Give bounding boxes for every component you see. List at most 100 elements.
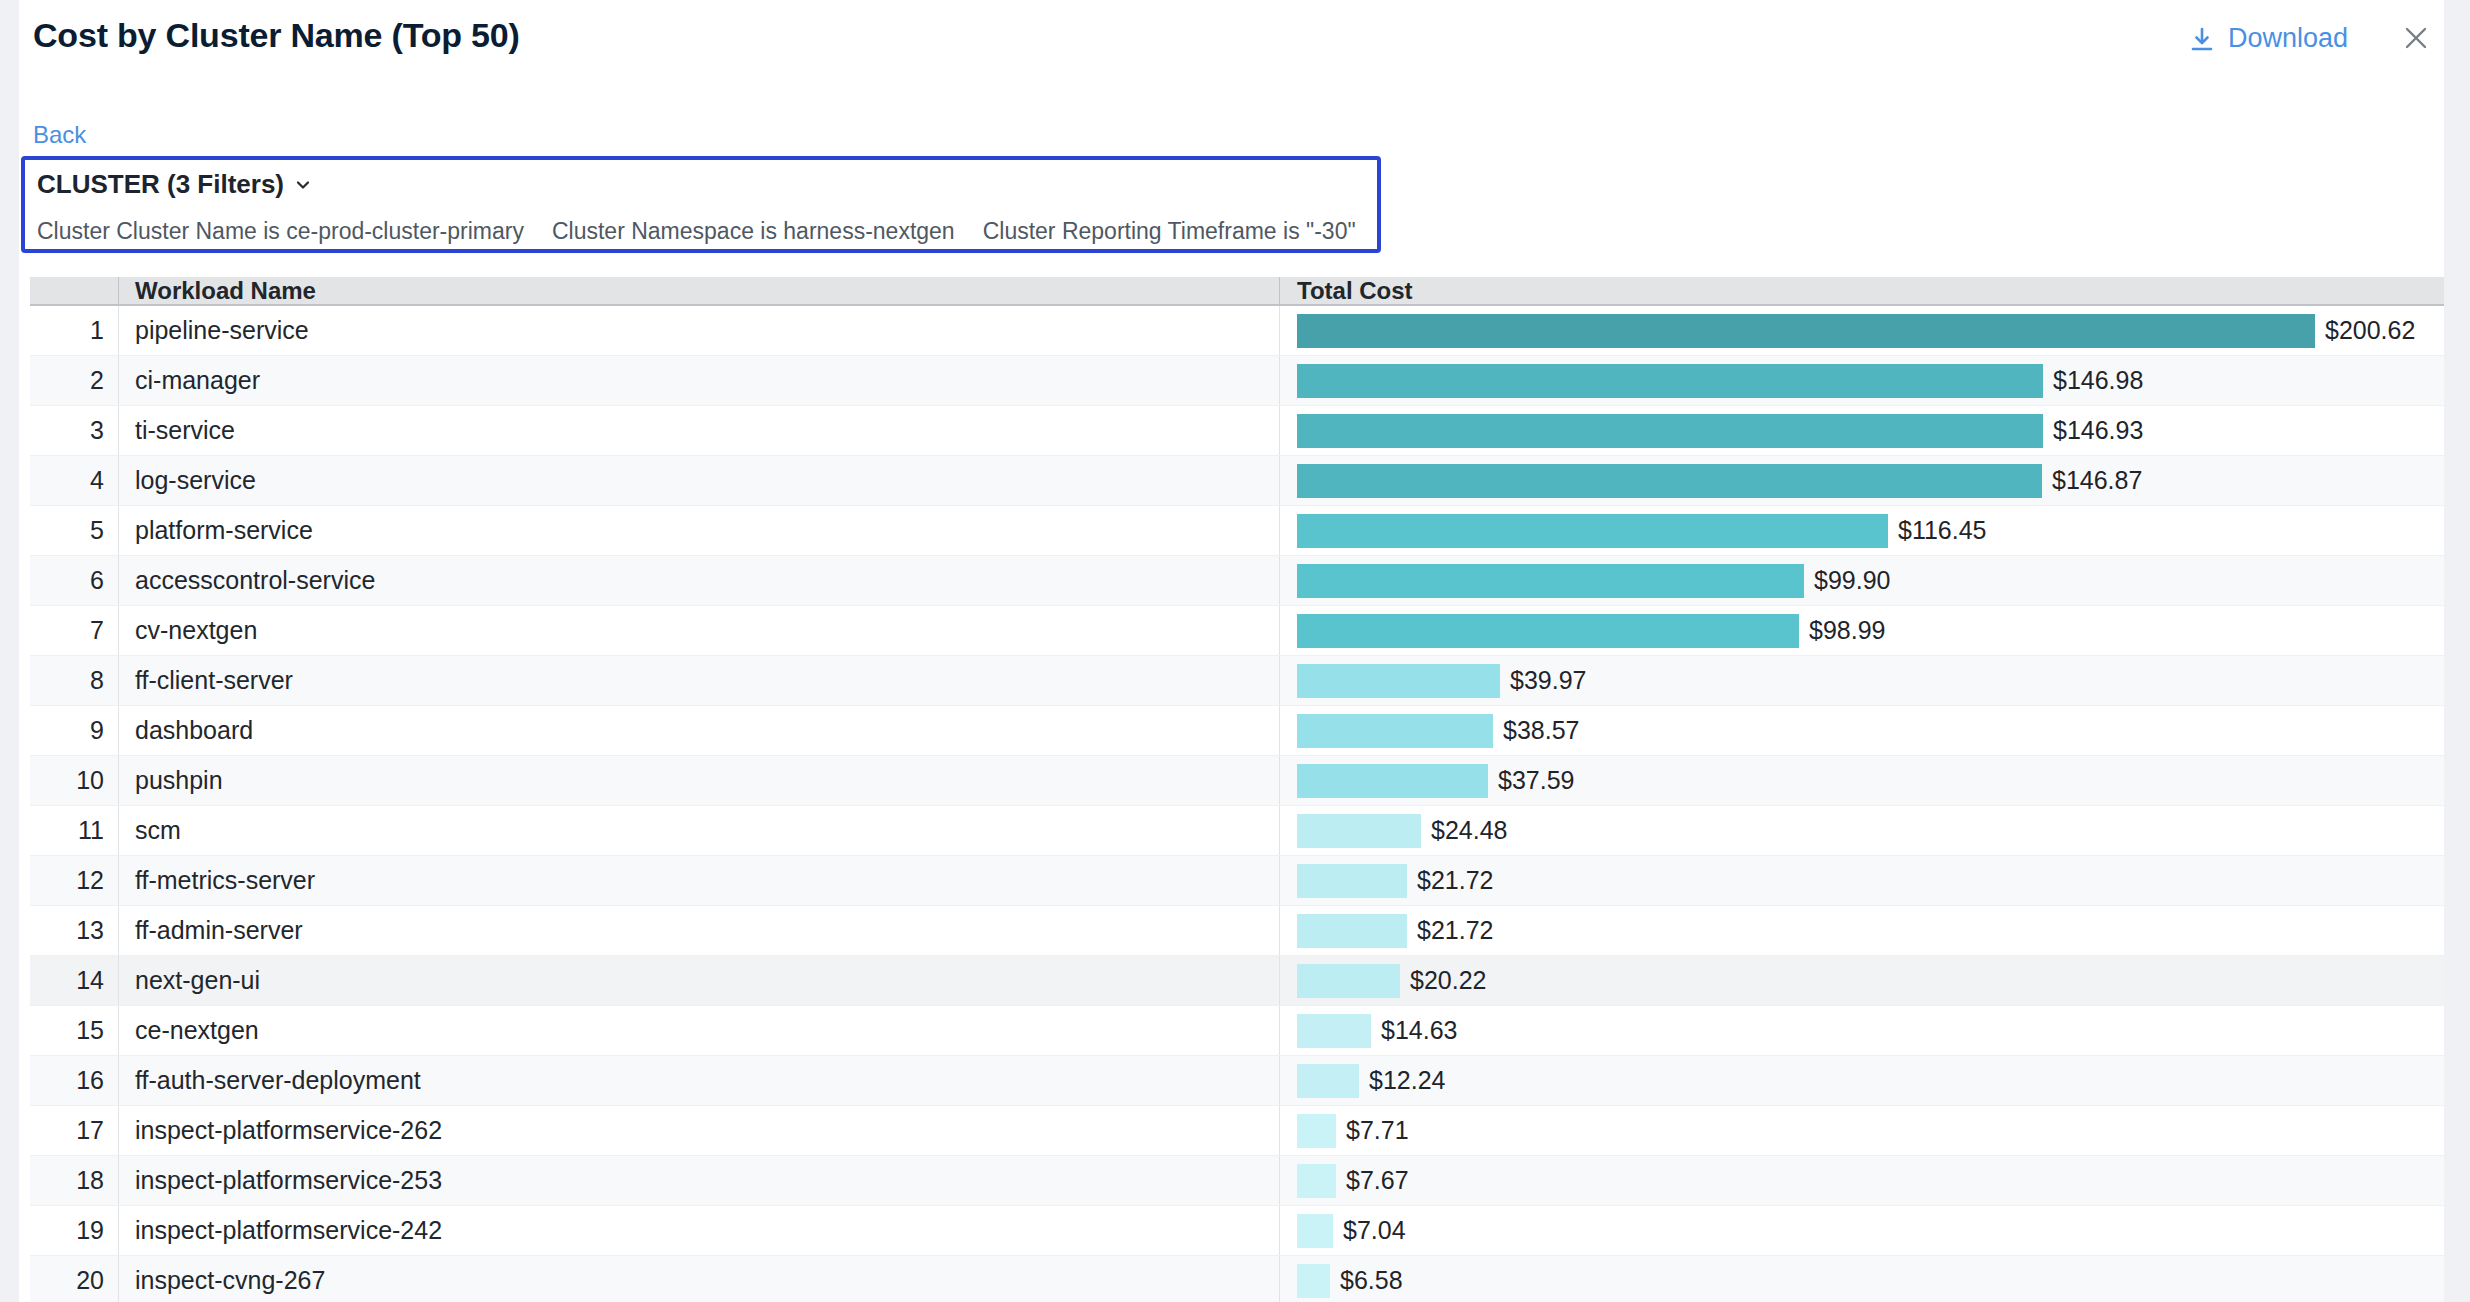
- workload-name-cell: inspect-platformservice-242: [118, 1206, 1279, 1255]
- row-index: 16: [30, 1056, 118, 1105]
- cost-bar: [1297, 714, 1493, 748]
- cost-value-label: $7.71: [1346, 1116, 1409, 1145]
- workload-name-cell: dashboard: [118, 706, 1279, 755]
- cost-value-label: $6.58: [1340, 1266, 1403, 1295]
- workload-name-cell: scm: [118, 806, 1279, 855]
- filter-item: Cluster Reporting Timeframe is "-30": [983, 218, 1356, 245]
- table-row[interactable]: 1pipeline-service$200.62: [30, 306, 2444, 356]
- workload-name-cell: cv-nextgen: [118, 606, 1279, 655]
- back-link[interactable]: Back: [33, 121, 86, 149]
- close-button[interactable]: [2404, 26, 2428, 50]
- cost-bar: [1297, 314, 2315, 348]
- cost-bar: [1297, 664, 1500, 698]
- cost-value-label: $12.24: [1369, 1066, 1445, 1095]
- table-row[interactable]: 7cv-nextgen$98.99: [30, 606, 2444, 656]
- cost-bar: [1297, 1014, 1371, 1048]
- cost-value-label: $146.87: [2052, 466, 2142, 495]
- table-row[interactable]: 20inspect-cvng-267 $6.58: [30, 1256, 2444, 1302]
- total-cost-cell: $99.90: [1279, 556, 2444, 605]
- cost-bar: [1297, 1164, 1336, 1198]
- cost-bar: [1297, 1264, 1330, 1298]
- filter-list: Cluster Cluster Name is ce-prod-cluster-…: [37, 218, 1356, 245]
- workload-name-cell: ce-nextgen: [118, 1006, 1279, 1055]
- row-index: 9: [30, 706, 118, 755]
- workload-name-cell: ff-client-server: [118, 656, 1279, 705]
- download-button[interactable]: Download: [2188, 23, 2348, 54]
- cost-bar: [1297, 514, 1888, 548]
- workload-name-cell: ff-auth-server-deployment: [118, 1056, 1279, 1105]
- workload-name-cell: inspect-cvng-267: [118, 1256, 1279, 1302]
- row-index: 2: [30, 356, 118, 405]
- row-index: 8: [30, 656, 118, 705]
- total-cost-cell: $39.97: [1279, 656, 2444, 705]
- total-cost-cell: $7.71: [1279, 1106, 2444, 1155]
- table-row[interactable]: 4log-service$146.87: [30, 456, 2444, 506]
- row-index: 19: [30, 1206, 118, 1255]
- workload-name-cell: inspect-platformservice-262: [118, 1106, 1279, 1155]
- workload-name-cell: pipeline-service: [118, 306, 1279, 355]
- table-row[interactable]: 6accesscontrol-service$99.90: [30, 556, 2444, 606]
- cost-value-label: $7.67: [1346, 1166, 1409, 1195]
- table-row[interactable]: 16ff-auth-server-deployment $12.24: [30, 1056, 2444, 1106]
- filter-summary[interactable]: CLUSTER (3 Filters): [37, 169, 312, 200]
- cost-bar: [1297, 764, 1488, 798]
- workload-name-cell: ff-admin-server: [118, 906, 1279, 955]
- workload-name-cell: pushpin: [118, 756, 1279, 805]
- workload-name-cell: ci-manager: [118, 356, 1279, 405]
- table-row[interactable]: 5platform-service$116.45: [30, 506, 2444, 556]
- filter-item: Cluster Namespace is harness-nextgen: [552, 218, 955, 245]
- table-row[interactable]: 9dashboard $38.57: [30, 706, 2444, 756]
- cost-value-label: $21.72: [1417, 866, 1493, 895]
- table-row[interactable]: 15ce-nextgen $14.63: [30, 1006, 2444, 1056]
- total-cost-cell: $200.62: [1279, 306, 2444, 355]
- total-cost-cell: $38.57: [1279, 706, 2444, 755]
- cost-bar: [1297, 914, 1407, 948]
- row-index: 20: [30, 1256, 118, 1302]
- row-index: 13: [30, 906, 118, 955]
- table-row[interactable]: 13ff-admin-server$21.72: [30, 906, 2444, 956]
- row-index: 15: [30, 1006, 118, 1055]
- table-row[interactable]: 2ci-manager $146.98: [30, 356, 2444, 406]
- total-cost-cell: $37.59: [1279, 756, 2444, 805]
- total-cost-cell: $21.72: [1279, 906, 2444, 955]
- page-title: Cost by Cluster Name (Top 50): [33, 16, 520, 55]
- table-row[interactable]: 17inspect-platformservice-262$7.71: [30, 1106, 2444, 1156]
- close-icon: [2404, 26, 2428, 50]
- cost-bar: [1297, 1114, 1336, 1148]
- cost-value-label: $14.63: [1381, 1016, 1457, 1045]
- table-body: 1pipeline-service$200.622ci-manager $146.…: [30, 306, 2444, 1302]
- cost-value-label: $146.98: [2053, 366, 2143, 395]
- total-cost-cell: $12.24: [1279, 1056, 2444, 1105]
- table-row[interactable]: 10pushpin$37.59: [30, 756, 2444, 806]
- table-row[interactable]: 3ti-service$146.93: [30, 406, 2444, 456]
- total-cost-cell: $21.72: [1279, 856, 2444, 905]
- cost-value-label: $98.99: [1809, 616, 1885, 645]
- row-index: 4: [30, 456, 118, 505]
- cost-bar: [1297, 414, 2043, 448]
- download-icon: [2188, 25, 2216, 53]
- content-panel: Cost by Cluster Name (Top 50) Download B…: [19, 0, 2444, 1302]
- row-index: 5: [30, 506, 118, 555]
- workload-name-cell: accesscontrol-service: [118, 556, 1279, 605]
- cost-value-label: $146.93: [2053, 416, 2143, 445]
- workload-name-cell: ff-metrics-server: [118, 856, 1279, 905]
- cost-value-label: $38.57: [1503, 716, 1579, 745]
- workload-name-cell: inspect-platformservice-253: [118, 1156, 1279, 1205]
- table-row[interactable]: 14next-gen-ui$20.22: [30, 956, 2444, 1006]
- table-row[interactable]: 19inspect-platformservice-242$7.04: [30, 1206, 2444, 1256]
- table-row[interactable]: 11scm$24.48: [30, 806, 2444, 856]
- filter-summary-label: CLUSTER (3 Filters): [37, 169, 284, 200]
- workload-name-cell: platform-service: [118, 506, 1279, 555]
- table-row[interactable]: 12ff-metrics-server$21.72: [30, 856, 2444, 906]
- filter-panel: CLUSTER (3 Filters) Cluster Cluster Name…: [21, 156, 1381, 253]
- cost-bar: [1297, 564, 1804, 598]
- table-row[interactable]: 8ff-client-server$39.97: [30, 656, 2444, 706]
- total-cost-cell: $7.04: [1279, 1206, 2444, 1255]
- row-index: 3: [30, 406, 118, 455]
- cost-value-label: $37.59: [1498, 766, 1574, 795]
- table-row[interactable]: 18inspect-platformservice-253$7.67: [30, 1156, 2444, 1206]
- column-header-index: [30, 277, 118, 304]
- total-cost-cell: $24.48: [1279, 806, 2444, 855]
- cost-table: Workload Name Total Cost 1pipeline-servi…: [30, 277, 2444, 1302]
- total-cost-cell: $20.22: [1279, 956, 2444, 1005]
